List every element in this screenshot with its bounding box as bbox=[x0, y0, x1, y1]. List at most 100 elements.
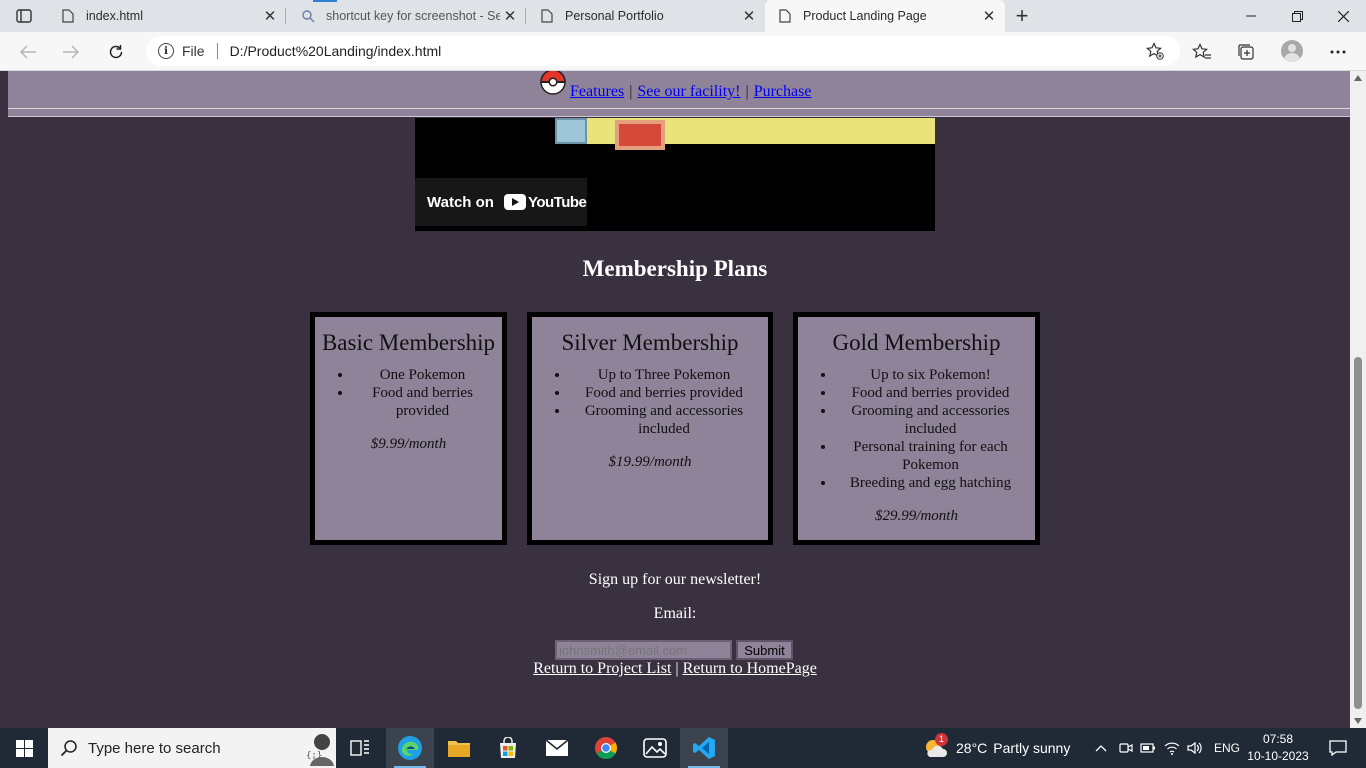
taskbar-vscode[interactable] bbox=[680, 728, 728, 768]
arrow-right-icon bbox=[63, 45, 79, 59]
add-favorite-icon[interactable] bbox=[1146, 42, 1164, 63]
profile-avatar[interactable] bbox=[1281, 40, 1303, 62]
newsletter-heading: Sign up for our newsletter! bbox=[588, 571, 762, 588]
new-tab-button[interactable]: + bbox=[1010, 3, 1034, 28]
tab-search[interactable]: shortcut key for screenshot - Sea ✕ bbox=[288, 0, 526, 32]
start-button[interactable] bbox=[0, 728, 48, 768]
tab-actions-button[interactable] bbox=[10, 5, 38, 27]
mail-icon bbox=[545, 739, 569, 756]
minimize-button[interactable] bbox=[1228, 0, 1274, 32]
weather-widget[interactable]: 1 28°C Partly sunny bbox=[922, 728, 1070, 768]
folder-icon bbox=[448, 741, 470, 757]
tab-actions-icon bbox=[16, 9, 32, 23]
wifi-icon[interactable] bbox=[1160, 741, 1184, 755]
email-input[interactable] bbox=[555, 640, 732, 660]
plan-feature: Food and berries provided bbox=[836, 384, 1025, 402]
tab-title: Product Landing Page bbox=[803, 9, 927, 23]
scroll-up-icon[interactable] bbox=[1354, 75, 1362, 81]
close-icon[interactable]: ✕ bbox=[260, 6, 280, 26]
plan-feature: Food and berries provided bbox=[353, 384, 492, 420]
scrollbar-thumb[interactable] bbox=[1354, 357, 1362, 709]
close-icon bbox=[1337, 10, 1349, 22]
back-button[interactable] bbox=[14, 38, 42, 66]
search-placeholder: Type here to search bbox=[88, 739, 221, 757]
youtube-video-embed[interactable]: Watch on YouTube bbox=[415, 118, 935, 231]
return-homepage-link[interactable]: Return to HomePage bbox=[683, 660, 817, 677]
favorites-icon bbox=[1192, 43, 1211, 59]
photos-icon bbox=[643, 738, 667, 758]
collections-icon bbox=[1238, 44, 1254, 60]
nav-link-features[interactable]: Features bbox=[570, 83, 624, 101]
store-icon bbox=[500, 737, 516, 758]
close-icon[interactable]: ✕ bbox=[500, 6, 520, 26]
search-highlight-icon: {;} bbox=[306, 734, 334, 766]
info-icon[interactable]: i bbox=[158, 43, 174, 59]
system-tray: ENG bbox=[1092, 728, 1240, 768]
tab-product-landing[interactable]: Product Landing Page ✕ bbox=[765, 0, 1005, 32]
tab-portfolio[interactable]: Personal Portfolio ✕ bbox=[527, 0, 765, 32]
task-view-icon bbox=[350, 740, 369, 756]
section-title: Membership Plans bbox=[582, 256, 768, 281]
tab-title: shortcut key for screenshot - Sea bbox=[326, 9, 500, 23]
watch-on-label: Watch on bbox=[427, 193, 494, 211]
more-menu-button[interactable] bbox=[1327, 41, 1349, 63]
notification-icon bbox=[1329, 740, 1347, 756]
search-icon bbox=[60, 740, 77, 757]
taskbar-mail[interactable] bbox=[533, 728, 581, 768]
close-icon[interactable]: ✕ bbox=[979, 6, 999, 26]
browser-toolbar: i File D:/Product%20Landing/index.html bbox=[0, 32, 1366, 71]
plan-features: Up to Three Pokemon Food and berries pro… bbox=[532, 366, 768, 438]
plan-card-basic: Basic Membership One Pokemon Food and be… bbox=[310, 312, 507, 545]
document-icon bbox=[60, 8, 76, 24]
taskbar-file-explorer[interactable] bbox=[435, 728, 483, 768]
nav-link-purchase[interactable]: Purchase bbox=[754, 83, 812, 101]
return-project-list-link[interactable]: Return to Project List bbox=[533, 660, 671, 677]
restore-button[interactable] bbox=[1274, 0, 1320, 32]
restore-icon bbox=[1291, 10, 1303, 22]
taskbar-store[interactable] bbox=[484, 728, 532, 768]
site-nav: Features | See our facility! | Purchase bbox=[540, 71, 811, 101]
taskbar-photos[interactable] bbox=[631, 728, 679, 768]
weather-sun-cloud-icon: 1 bbox=[922, 733, 948, 761]
watch-on-youtube-button[interactable]: Watch on YouTube bbox=[415, 178, 587, 226]
favorites-button[interactable] bbox=[1191, 41, 1213, 63]
url-text[interactable]: D:/Product%20Landing/index.html bbox=[230, 43, 442, 59]
collections-button[interactable] bbox=[1235, 41, 1257, 63]
plan-card-silver: Silver Membership Up to Three Pokemon Fo… bbox=[527, 312, 773, 545]
youtube-wordmark: YouTube bbox=[527, 193, 587, 211]
footer-links: Return to Project List | Return to HomeP… bbox=[0, 660, 1350, 678]
close-window-button[interactable] bbox=[1320, 0, 1366, 32]
forward-button[interactable] bbox=[57, 38, 85, 66]
youtube-play-icon bbox=[503, 194, 526, 210]
task-view-button[interactable] bbox=[336, 728, 384, 768]
document-icon bbox=[539, 8, 555, 24]
address-bar[interactable]: i File D:/Product%20Landing/index.html bbox=[146, 36, 1180, 66]
plan-price: $9.99/month bbox=[370, 436, 447, 452]
taskbar-edge[interactable] bbox=[386, 728, 434, 768]
notifications-button[interactable] bbox=[1318, 728, 1358, 768]
submit-button[interactable]: Submit bbox=[736, 640, 793, 660]
weather-condition: Partly sunny bbox=[993, 740, 1071, 756]
footer-separator: | bbox=[675, 660, 679, 677]
volume-icon[interactable] bbox=[1184, 741, 1206, 755]
close-icon[interactable]: ✕ bbox=[739, 6, 759, 26]
tab-index[interactable]: index.html ✕ bbox=[48, 0, 286, 32]
svg-text:{;}: {;} bbox=[306, 751, 322, 761]
chevron-up-icon[interactable] bbox=[1092, 744, 1110, 752]
nav-link-facility[interactable]: See our facility! bbox=[637, 83, 740, 101]
refresh-button[interactable] bbox=[102, 38, 130, 66]
battery-icon[interactable] bbox=[1136, 743, 1160, 753]
taskbar-search[interactable]: Type here to search {;} bbox=[48, 728, 336, 768]
tab-strip: index.html ✕ shortcut key for screenshot… bbox=[0, 0, 1366, 32]
taskbar-chrome[interactable] bbox=[582, 728, 630, 768]
meet-now-icon[interactable] bbox=[1116, 741, 1136, 755]
arrow-left-icon bbox=[20, 45, 36, 59]
divider bbox=[216, 43, 218, 59]
email-label: Email: bbox=[653, 605, 697, 622]
clock[interactable]: 07:58 10-10-2023 bbox=[1240, 731, 1316, 765]
language-indicator[interactable]: ENG bbox=[1214, 741, 1240, 755]
scroll-down-icon[interactable] bbox=[1354, 718, 1362, 724]
plan-feature: Up to six Pokemon! bbox=[836, 366, 1025, 384]
page-scrollbar[interactable] bbox=[1350, 71, 1366, 728]
clock-time: 07:58 bbox=[1262, 732, 1294, 746]
